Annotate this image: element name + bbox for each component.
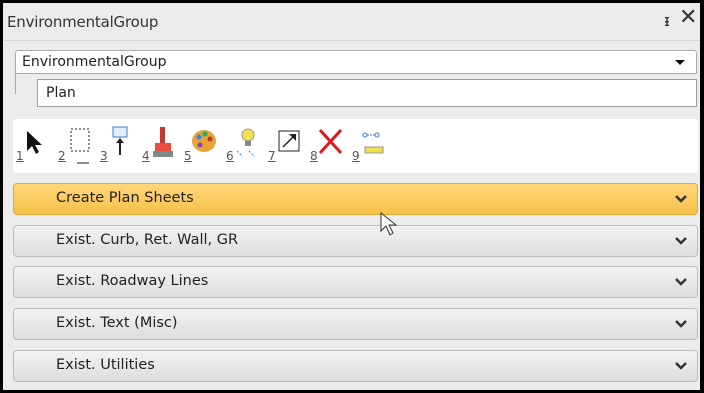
panel-title: EnvironmentalGroup (7, 13, 159, 31)
close-icon[interactable]: ✕ (679, 7, 697, 29)
tool-6-highlight[interactable]: 6 (223, 119, 263, 173)
chevron-down-icon (675, 320, 687, 328)
section-exist-curb[interactable]: Exist. Curb, Ret. Wall, GR (13, 225, 698, 257)
chevron-down-icon (675, 278, 687, 286)
section-exist-roadway-lines[interactable]: Exist. Roadway Lines (13, 266, 698, 298)
tree-connector (15, 74, 38, 94)
tool-7-scale[interactable]: 7 (265, 119, 305, 173)
environmental-group-panel: EnvironmentalGroup ᵻ ✕ EnvironmentalGrou… (3, 3, 700, 390)
tool-2-select[interactable]: 2 (55, 119, 95, 173)
chevron-down-icon (675, 237, 687, 245)
title-bar: EnvironmentalGroup ᵻ ✕ (3, 3, 700, 41)
dropdown-arrow-icon[interactable] (672, 54, 688, 70)
tool-4-brush[interactable]: 4 (139, 119, 179, 173)
tool-toolbar: 1 2 3 4 5 6 7 8 9 (13, 119, 698, 173)
tool-9-measure[interactable]: 9 (349, 119, 389, 173)
group-dropdown-value: EnvironmentalGroup (22, 54, 167, 70)
chevron-down-icon (675, 362, 687, 370)
section-exist-text[interactable]: Exist. Text (Misc) (13, 308, 698, 340)
scale-icon (278, 130, 300, 152)
tool-1-pointer[interactable]: 1 (13, 119, 53, 173)
pin-icon[interactable]: ᵻ (664, 11, 670, 30)
palette-icon (192, 130, 216, 152)
mouse-cursor-icon (380, 211, 398, 236)
section-exist-utilities[interactable]: Exist. Utilities (13, 350, 698, 382)
section-label: Exist. Curb, Ret. Wall, GR (56, 232, 239, 248)
brush-icon (153, 127, 173, 157)
measure-icon (362, 132, 384, 154)
delete-x-icon (318, 128, 343, 155)
tool-8-delete[interactable]: 8 (307, 119, 347, 173)
section-label: Create Plan Sheets (56, 190, 194, 206)
tool-5-palette[interactable]: 5 (181, 119, 221, 173)
place-element-icon (112, 126, 128, 155)
tool-3-place[interactable]: 3 (97, 119, 137, 173)
section-create-plan-sheets[interactable]: Create Plan Sheets (13, 183, 698, 215)
chevron-down-icon (675, 195, 687, 203)
section-label: Exist. Roadway Lines (56, 273, 209, 289)
section-label: Exist. Utilities (56, 357, 155, 373)
plan-field[interactable]: Plan (37, 79, 697, 107)
pointer-icon (27, 131, 42, 154)
group-dropdown[interactable]: EnvironmentalGroup (15, 50, 697, 74)
select-box-icon (70, 128, 90, 164)
plan-field-value: Plan (46, 85, 76, 101)
section-label: Exist. Text (Misc) (56, 315, 178, 331)
highlight-bulb-icon (236, 128, 256, 158)
